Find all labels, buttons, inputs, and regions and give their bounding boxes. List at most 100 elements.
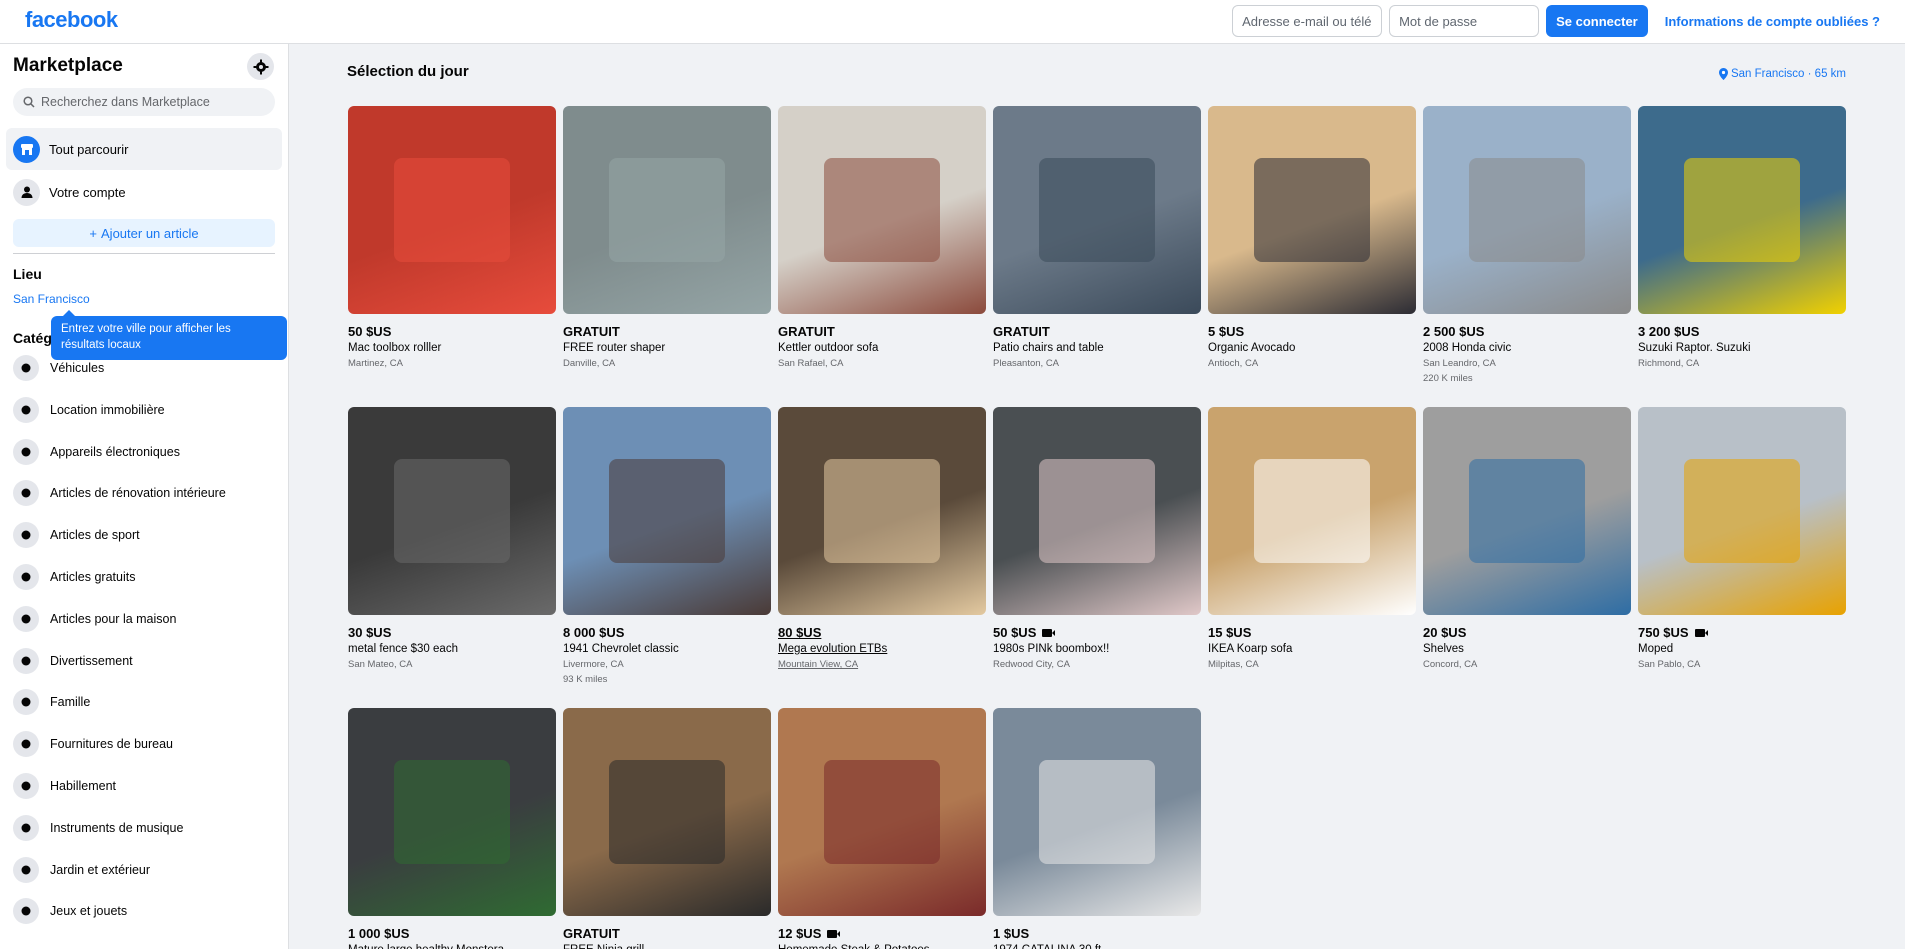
listing-location: Martinez, CA xyxy=(348,358,403,369)
category-item[interactable]: Fournitures de bureau xyxy=(6,726,282,762)
listing-price: GRATUIT xyxy=(563,324,620,339)
listing-photo[interactable] xyxy=(993,407,1201,615)
shovel-icon xyxy=(13,856,39,883)
category-item[interactable]: Jardin et extérieur xyxy=(6,852,282,888)
email-field[interactable] xyxy=(1232,5,1383,37)
password-field[interactable] xyxy=(1389,5,1540,37)
tag-icon xyxy=(13,564,39,590)
category-label: Véhicules xyxy=(50,361,105,375)
listing-price: GRATUIT xyxy=(993,324,1050,339)
listing-photo[interactable] xyxy=(1208,407,1416,615)
listing-title: Mature large healthy Monstera xyxy=(348,944,556,949)
listing-photo[interactable] xyxy=(1423,106,1631,314)
listing-location: San Mateo, CA xyxy=(348,659,413,670)
page-title: Sélection du jour xyxy=(347,63,469,80)
listing-photo[interactable] xyxy=(563,407,771,615)
listing-card[interactable]: 12 $US Homemade Steak & Potatoes xyxy=(778,708,986,949)
listing-photo[interactable] xyxy=(1638,106,1846,314)
location-tooltip: Entrez votre ville pour afficher les rés… xyxy=(51,310,287,360)
add-listing-button[interactable]: + Ajouter un article xyxy=(13,219,275,247)
listing-price: 80 $US xyxy=(778,625,822,640)
listing-location: San Leandro, CA xyxy=(1423,358,1496,369)
marketplace-search[interactable] xyxy=(13,88,275,116)
listing-photo[interactable] xyxy=(348,106,556,314)
listing-location: Pleasanton, CA xyxy=(993,358,1060,369)
sidebar-title: Marketplace xyxy=(13,55,123,76)
shirt-icon xyxy=(13,773,39,799)
listing-photo[interactable] xyxy=(1423,407,1631,615)
listing-price: 750 $US xyxy=(1638,625,1689,640)
listing-photo[interactable] xyxy=(1638,407,1846,615)
listing-card[interactable]: 50 $US 1980s PINk boombox!! Redwood City, … xyxy=(993,407,1201,670)
listing-card[interactable]: 8 000 $US 1941 Chevrolet classic Livermore… xyxy=(563,407,771,685)
listing-location: Antioch, CA xyxy=(1208,358,1259,369)
listing-location: San Rafael, CA xyxy=(778,358,844,369)
category-item[interactable]: Articles pour la maison xyxy=(6,601,282,637)
listing-photo[interactable] xyxy=(778,708,986,916)
listing-price-row: 3 200 $US xyxy=(1638,324,1846,339)
listing-card[interactable]: 15 $US IKEA Koarp sofa Milpitas, CA xyxy=(1208,407,1416,670)
category-item[interactable]: Instruments de musique xyxy=(6,810,282,846)
listing-price-row: 30 $US xyxy=(348,625,556,640)
category-item[interactable]: Famille xyxy=(6,684,282,720)
listing-card[interactable]: 50 $US Mac toolbox rolller Martinez, CA xyxy=(348,106,556,369)
forgot-account-link[interactable]: Informations de compte oubliées ? xyxy=(1665,14,1880,29)
location-city-link[interactable]: San Francisco xyxy=(13,292,90,306)
listing-price-row: 5 $US xyxy=(1208,324,1416,339)
listing-card[interactable]: GRATUIT Patio chairs and table Pleasanton,… xyxy=(993,106,1201,369)
settings-button[interactable] xyxy=(247,53,274,80)
listing-location: San Pablo, CA xyxy=(1638,659,1701,670)
location-filter-link[interactable]: San Francisco · 65 km xyxy=(1718,68,1846,80)
category-item[interactable]: Articles gratuits xyxy=(6,559,282,595)
listing-photo[interactable] xyxy=(778,106,986,314)
store-icon xyxy=(13,135,40,163)
listing-card[interactable]: 80 $US Mega evolution ETBs Mountain View, … xyxy=(778,407,986,670)
listing-photo[interactable] xyxy=(1208,106,1416,314)
listing-card[interactable]: GRATUIT FREE Ninja grill xyxy=(563,708,771,949)
listing-price-row: GRATUIT xyxy=(563,324,771,339)
listing-title: Mega evolution ETBs xyxy=(778,643,888,655)
listing-card[interactable]: 1 $US 1974 CATALINA 30 ft xyxy=(993,708,1201,949)
listing-title: Shelves xyxy=(1423,643,1464,655)
sidebar: Marketplace Tout parcourir Votre compte … xyxy=(0,44,289,949)
search-input[interactable] xyxy=(41,95,261,109)
facebook-logo[interactable]: facebook xyxy=(25,7,118,33)
category-item[interactable]: Articles de sport xyxy=(6,517,282,553)
listing-photo[interactable] xyxy=(348,407,556,615)
listing-price: 8 000 $US xyxy=(563,625,625,640)
category-item[interactable]: Location immobilière xyxy=(6,392,282,428)
palette-icon xyxy=(13,731,39,758)
listing-card[interactable]: GRATUIT FREE router shaper Danville, CA xyxy=(563,106,771,369)
listing-photo[interactable] xyxy=(563,708,771,916)
listing-price-row: 50 $US xyxy=(348,324,556,339)
heart-icon xyxy=(13,689,39,716)
listing-photo[interactable] xyxy=(778,407,986,615)
listing-card[interactable]: GRATUIT Kettler outdoor sofa San Rafael, C… xyxy=(778,106,986,369)
listing-card[interactable]: 20 $US Shelves Concord, CA xyxy=(1423,407,1631,670)
listing-price: 50 $US xyxy=(348,324,392,339)
listing-photo[interactable] xyxy=(993,708,1201,916)
listing-card[interactable]: 1 000 $US Mature large healthy Monstera xyxy=(348,708,556,949)
nav-browse-all[interactable]: Tout parcourir xyxy=(6,128,282,170)
listing-photo[interactable] xyxy=(348,708,556,916)
location-pin-icon xyxy=(1718,68,1728,80)
category-item[interactable]: Habillement xyxy=(6,768,282,804)
listing-card[interactable]: 3 200 $US Suzuki Raptor. Suzuki Richmond, … xyxy=(1638,106,1846,369)
listing-price-row: 20 $US xyxy=(1423,625,1631,640)
listing-photo[interactable] xyxy=(993,106,1201,314)
listing-card[interactable]: 5 $US Organic Avocado Antioch, CA xyxy=(1208,106,1416,369)
listing-photo[interactable] xyxy=(563,106,771,314)
listing-card[interactable]: 750 $US Moped San Pablo, CA xyxy=(1638,407,1846,670)
listing-card[interactable]: 30 $US metal fence $30 each San Mateo, CA xyxy=(348,407,556,670)
listing-card[interactable]: 2 500 $US 2008 Honda civic San Leandro, CA… xyxy=(1423,106,1631,384)
category-label: Jeux et jouets xyxy=(50,904,128,919)
category-item[interactable]: Jeux et jouets xyxy=(6,893,282,929)
category-label: Famille xyxy=(50,695,91,710)
location-filter-label: San Francisco · 65 km xyxy=(1730,68,1846,80)
login-button[interactable]: Se connecter xyxy=(1546,5,1648,37)
category-item[interactable]: Articles de rénovation intérieure xyxy=(6,475,282,511)
category-item[interactable]: Appareils électroniques xyxy=(6,434,282,470)
category-item[interactable]: Divertissement xyxy=(6,643,282,679)
listing-price: 20 $US xyxy=(1423,625,1467,640)
nav-your-account[interactable]: Votre compte xyxy=(6,171,282,213)
